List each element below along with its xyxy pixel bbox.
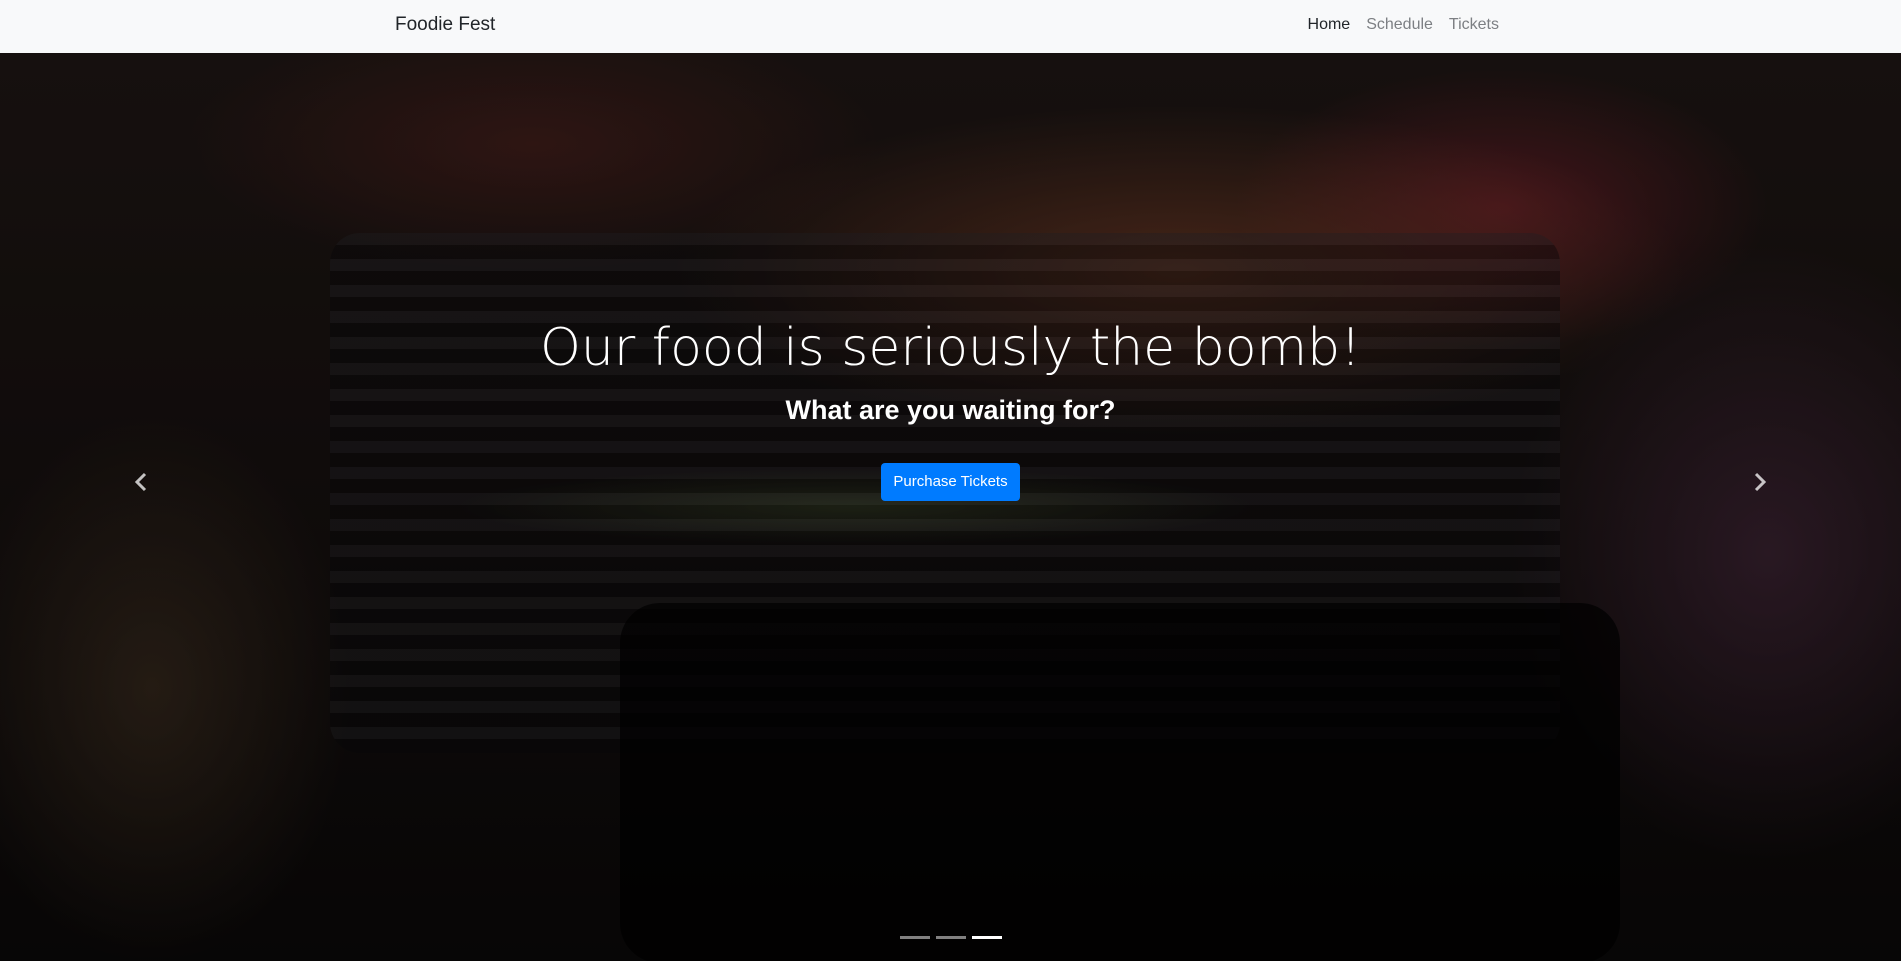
navbar: Foodie Fest Home Schedule Tickets (0, 0, 1901, 53)
carousel-indicator-1[interactable] (899, 936, 930, 939)
hero-carousel (0, 53, 1901, 961)
nav-link-tickets[interactable]: Tickets (1441, 16, 1499, 34)
nav-link-schedule[interactable]: Schedule (1358, 16, 1441, 34)
brand-link[interactable]: Foodie Fest (395, 14, 495, 36)
carousel-indicator-2[interactable] (935, 936, 966, 939)
hero-overlay (0, 53, 1901, 961)
chevron-right-icon (1754, 472, 1767, 492)
purchase-tickets-button[interactable]: Purchase Tickets (881, 463, 1020, 501)
carousel-prev-button[interactable] (132, 470, 152, 494)
hero-headline: Our food is seriously the bomb! (539, 318, 1362, 378)
chevron-left-icon (134, 472, 147, 492)
nav-links: Home Schedule Tickets (1300, 16, 1499, 34)
carousel-indicators (0, 936, 1901, 939)
hero-caption: Our food is seriously the bomb! What are… (0, 311, 1901, 501)
nav-link-home[interactable]: Home (1300, 16, 1359, 34)
carousel-next-button[interactable] (1749, 470, 1769, 494)
carousel-indicator-3[interactable] (971, 936, 1002, 939)
hero-subheadline: What are you waiting for? (785, 395, 1116, 425)
